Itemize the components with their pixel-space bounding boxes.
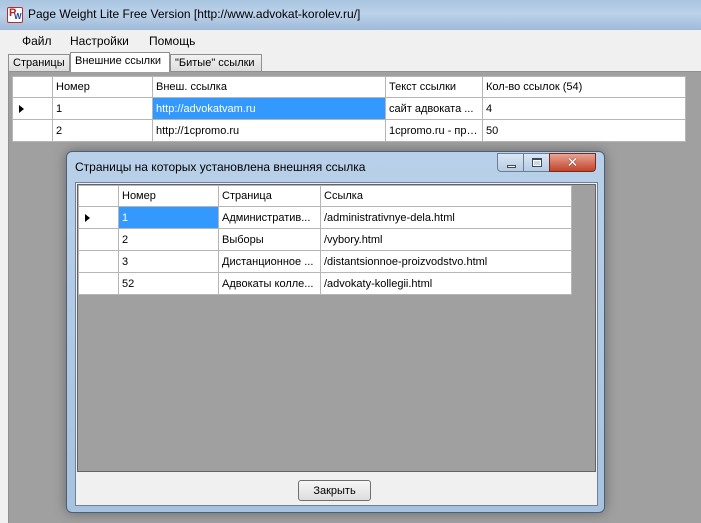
column-header-number[interactable]: Номер: [118, 185, 219, 207]
current-row-arrow-icon: [19, 105, 24, 113]
cell-link-text[interactable]: сайт адвоката ...: [385, 97, 483, 120]
cell-link[interactable]: /vybory.html: [320, 228, 572, 251]
grid-corner: [78, 185, 119, 207]
maximize-icon: [532, 158, 542, 167]
column-header-link[interactable]: Ссылка: [320, 185, 572, 207]
dialog-body: Номер Страница Ссылка 1 Административ...…: [75, 182, 598, 506]
minimize-icon: [507, 165, 516, 168]
cell-link[interactable]: /distantsionnoe-proizvodstvo.html: [320, 250, 572, 273]
cell-number[interactable]: 2: [52, 119, 153, 142]
cell-external-link[interactable]: http://1cpromo.ru: [152, 119, 386, 142]
row-header[interactable]: [78, 206, 119, 229]
table-row[interactable]: 1 Административ... /administrativnye-del…: [78, 206, 572, 229]
close-window-button[interactable]: ✕: [549, 153, 596, 172]
menu-bar: Файл Настройки Помощь: [0, 30, 701, 52]
column-header-number[interactable]: Номер: [52, 76, 153, 98]
tab-broken-links[interactable]: "Битые" ссылки: [170, 54, 262, 72]
maximize-button[interactable]: [523, 153, 550, 172]
close-icon: ✕: [566, 154, 579, 170]
row-header[interactable]: [78, 250, 119, 273]
dialog-grid-area: Номер Страница Ссылка 1 Административ...…: [77, 184, 596, 472]
dialog-footer: Закрыть: [76, 473, 597, 505]
cell-external-link[interactable]: http://advokatvam.ru: [152, 97, 386, 120]
row-header[interactable]: [78, 228, 119, 251]
table-row[interactable]: 1 http://advokatvam.ru сайт адвоката ...…: [12, 97, 686, 120]
column-header-link-text[interactable]: Текст ссылки: [385, 76, 483, 98]
current-row-arrow-icon: [85, 214, 90, 222]
column-header-page[interactable]: Страница: [218, 185, 321, 207]
tab-external-links[interactable]: Внешние ссылки: [70, 52, 170, 72]
cell-number[interactable]: 52: [118, 272, 219, 295]
title-bar[interactable]: Page Weight Lite Free Version [http://ww…: [0, 0, 701, 30]
cell-link[interactable]: /advokaty-kollegii.html: [320, 272, 572, 295]
window-title: Page Weight Lite Free Version [http://ww…: [28, 7, 361, 21]
table-row[interactable]: 3 Дистанционное ... /distantsionnoe-proi…: [78, 250, 572, 273]
row-header[interactable]: [12, 97, 53, 120]
column-header-link-count[interactable]: Кол-во ссылок (54): [482, 76, 686, 98]
menu-help[interactable]: Помощь: [149, 34, 195, 48]
external-links-grid: Номер Внеш. ссылка Текст ссылки Кол-во с…: [12, 76, 686, 142]
dialog-title: Страницы на которых установлена внешняя …: [75, 160, 366, 174]
cell-page[interactable]: Выборы: [218, 228, 321, 251]
cell-page[interactable]: Адвокаты колле...: [218, 272, 321, 295]
cell-link-text[interactable]: 1cpromo.ru - про...: [385, 119, 483, 142]
cell-link-count[interactable]: 50: [482, 119, 686, 142]
cell-page[interactable]: Дистанционное ...: [218, 250, 321, 273]
column-header-external-link[interactable]: Внеш. ссылка: [152, 76, 386, 98]
cell-number[interactable]: 1: [118, 206, 219, 229]
menu-file[interactable]: Файл: [22, 34, 52, 48]
tab-pages[interactable]: Страницы: [8, 54, 70, 72]
minimize-button[interactable]: [497, 153, 524, 172]
cell-number[interactable]: 1: [52, 97, 153, 120]
cell-number[interactable]: 2: [118, 228, 219, 251]
cell-number[interactable]: 3: [118, 250, 219, 273]
table-row[interactable]: 2 http://1cpromo.ru 1cpromo.ru - про... …: [12, 119, 686, 142]
main-window: Page Weight Lite Free Version [http://ww…: [0, 0, 701, 523]
cell-link-count[interactable]: 4: [482, 97, 686, 120]
linked-pages-dialog: Страницы на которых установлена внешняя …: [66, 151, 605, 513]
close-button[interactable]: Закрыть: [298, 480, 371, 501]
table-row[interactable]: 2 Выборы /vybory.html: [78, 228, 572, 251]
grid-corner: [12, 76, 53, 98]
cell-link[interactable]: /administrativnye-dela.html: [320, 206, 572, 229]
app-icon[interactable]: [7, 7, 23, 23]
table-row[interactable]: 52 Адвокаты колле... /advokaty-kollegii.…: [78, 272, 572, 295]
cell-page[interactable]: Административ...: [218, 206, 321, 229]
linked-pages-grid: Номер Страница Ссылка 1 Административ...…: [78, 185, 572, 295]
tab-strip: Страницы Внешние ссылки "Битые" ссылки: [0, 52, 701, 72]
row-header[interactable]: [78, 272, 119, 295]
menu-settings[interactable]: Настройки: [70, 34, 129, 48]
row-header[interactable]: [12, 119, 53, 142]
